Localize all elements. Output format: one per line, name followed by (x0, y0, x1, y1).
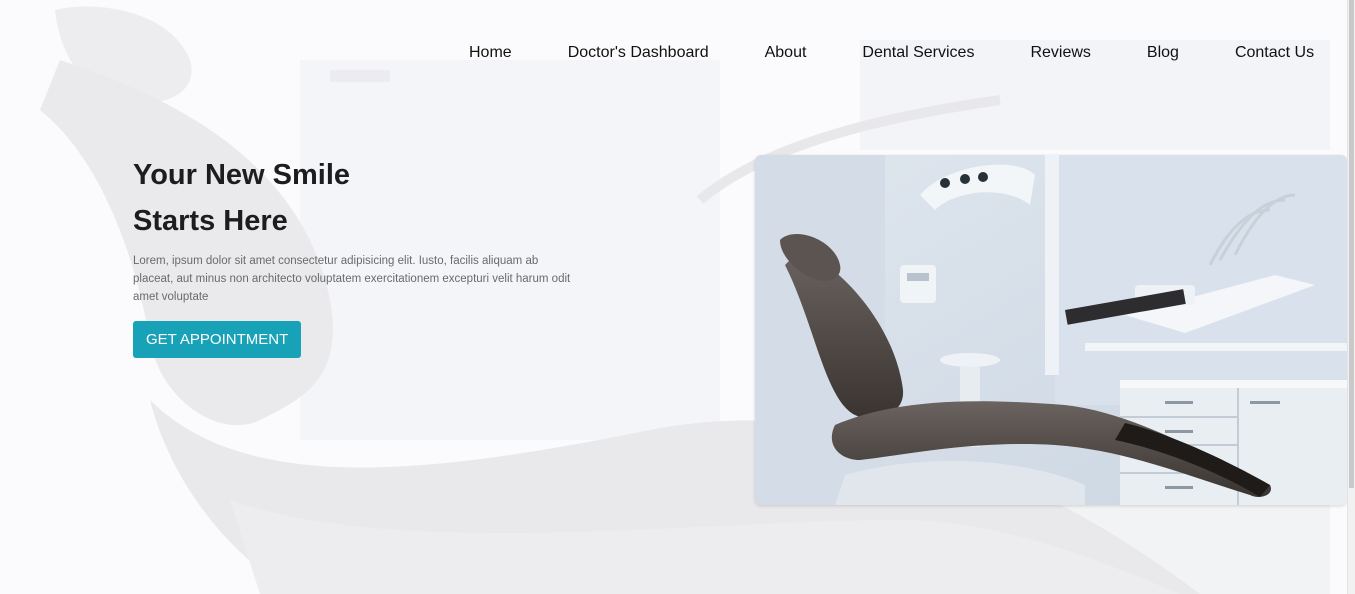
page-scrollbar[interactable] (1347, 0, 1355, 594)
get-appointment-button[interactable]: GET APPOINTMENT (133, 321, 302, 358)
hero-title-line-1: Your New Smile (133, 159, 351, 191)
scrollbar-thumb[interactable] (1349, 0, 1354, 488)
hero-section: Your New Smile Starts Here Lorem, ipsum … (133, 152, 583, 358)
hero-description: Lorem, ipsum dolor sit amet consectetur … (133, 255, 571, 303)
nav-item-dental-services[interactable]: Dental Services (834, 43, 1002, 63)
nav-item-about[interactable]: About (737, 43, 835, 63)
nav-item-blog[interactable]: Blog (1119, 43, 1207, 63)
nav-item-home[interactable]: Home (441, 43, 540, 63)
main-navigation: Home Doctor's Dashboard About Dental Ser… (441, 43, 1342, 63)
page: Home Doctor's Dashboard About Dental Ser… (0, 0, 1355, 594)
nav-item-contact-us[interactable]: Contact Us (1207, 43, 1342, 63)
nav-item-doctors-dashboard[interactable]: Doctor's Dashboard (540, 43, 737, 63)
nav-item-reviews[interactable]: Reviews (1002, 43, 1118, 63)
dental-chair-photo-icon (755, 155, 1347, 505)
hero-image (755, 155, 1347, 505)
hero-title-line-2: Starts Here (133, 205, 288, 237)
hero-title: Your New Smile Starts Here (133, 152, 583, 244)
